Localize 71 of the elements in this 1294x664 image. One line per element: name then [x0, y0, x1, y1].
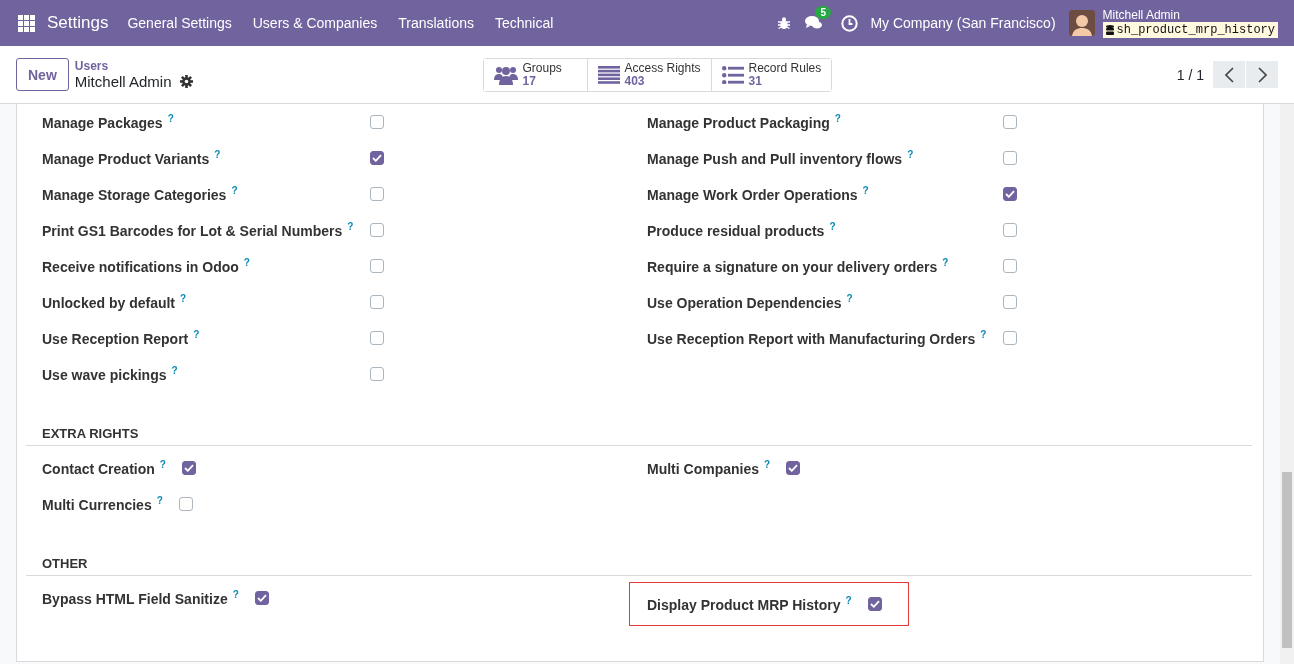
field-label: Bypass HTML Field Sanitize $^{?}$: [42, 589, 239, 607]
user-name[interactable]: Mitchell Admin: [1102, 8, 1278, 22]
bulleted-list-icon: [721, 65, 744, 84]
chat-icon[interactable]: [805, 15, 824, 31]
field-label: Manage Work Order Operations $^{?}$: [647, 185, 870, 203]
checkbox[interactable]: [786, 461, 801, 475]
record-title: Mitchell Admin: [74, 73, 172, 90]
field-label: Unlocked by default $^{?}$: [42, 293, 188, 311]
database-icon: [1105, 24, 1114, 35]
field-label: Produce residual products $^{?}$: [647, 221, 837, 239]
menu-item[interactable]: Users & Companies: [252, 15, 378, 31]
checkbox[interactable]: [1003, 187, 1018, 201]
company-switcher[interactable]: My Company (San Francisco): [870, 15, 1056, 31]
checkbox[interactable]: [1003, 295, 1018, 309]
field-label: Manage Packages $^{?}$: [42, 113, 175, 131]
checkbox[interactable]: [370, 223, 385, 237]
message-count-badge: 5: [815, 6, 831, 19]
field-label: Manage Product Packaging $^{?}$: [647, 113, 842, 131]
smart-button[interactable]: Groups 17: [483, 58, 588, 91]
field-label: Use Reception Report with Manufacturing Orders $^{?}$: [647, 329, 988, 347]
field-label: Use Reception Report $^{?}$: [42, 329, 201, 347]
field-label: Manage Product Variants $^{?}$: [42, 149, 222, 167]
database-name: sh_product_mrp_history: [1116, 22, 1275, 37]
field-label: Manage Storage Categories $^{?}$: [42, 185, 239, 203]
clock-icon[interactable]: [841, 14, 859, 32]
checkbox[interactable]: [370, 115, 385, 129]
bug-icon[interactable]: [777, 16, 792, 30]
checkbox[interactable]: [370, 151, 385, 165]
field-label: Receive notifications in Odoo $^{?}$: [42, 257, 251, 275]
section-heading: OTHER: [26, 536, 1252, 576]
previous-button[interactable]: [1213, 61, 1245, 88]
menu-item[interactable]: General Settings: [127, 15, 232, 31]
checkbox[interactable]: [1003, 115, 1018, 129]
field-label: Use wave pickings $^{?}$: [42, 365, 179, 383]
field-label: Multi Currencies $^{?}$: [42, 495, 163, 513]
checkbox[interactable]: [1003, 223, 1018, 237]
chevron-right-icon: [1257, 66, 1267, 83]
field-label: Manage Push and Pull inventory flows $^{?}$: [647, 149, 915, 167]
checkbox[interactable]: [254, 591, 269, 605]
checkbox[interactable]: [1003, 151, 1018, 165]
menu-item[interactable]: Technical: [495, 15, 554, 31]
new-button[interactable]: New: [16, 58, 69, 91]
pager-value: 1 / 1: [1176, 66, 1204, 83]
users-icon: [493, 64, 518, 85]
checkbox[interactable]: [370, 331, 385, 345]
app-title[interactable]: Settings: [47, 13, 109, 33]
checkbox[interactable]: [1003, 259, 1018, 273]
field-label: Use Operation Dependencies $^{?}$: [647, 293, 854, 311]
field-label: Print GS1 Barcodes for Lot & Serial Numbers $^{?}$: [42, 221, 355, 239]
apps-menu-icon[interactable]: [18, 14, 35, 32]
checkbox[interactable]: [1003, 331, 1018, 345]
checkbox[interactable]: [370, 295, 385, 309]
checkbox[interactable]: [867, 597, 882, 611]
breadcrumb-link[interactable]: Users: [74, 59, 193, 73]
next-button[interactable]: [1246, 61, 1278, 88]
checkbox[interactable]: [181, 461, 196, 475]
menu-item[interactable]: Translations: [398, 15, 474, 31]
checkbox[interactable]: [178, 497, 193, 511]
field-label: Multi Companies $^{?}$: [647, 459, 771, 477]
avatar[interactable]: [1068, 10, 1095, 36]
scrollbar[interactable]: [1280, 104, 1294, 664]
chevron-left-icon: [1224, 66, 1234, 83]
gear-icon[interactable]: [179, 75, 193, 88]
field-label: Display Product MRP History $^{?}$: [647, 595, 852, 613]
section-heading: EXTRA RIGHTS: [26, 406, 1252, 446]
checkbox[interactable]: [370, 259, 385, 273]
list-icon: [597, 65, 620, 84]
checkbox[interactable]: [370, 187, 385, 201]
checkbox[interactable]: [370, 367, 385, 381]
field-label: Require a signature on your delivery orders $^{?}$: [647, 257, 950, 275]
field-label: Contact Creation $^{?}$: [42, 459, 166, 477]
